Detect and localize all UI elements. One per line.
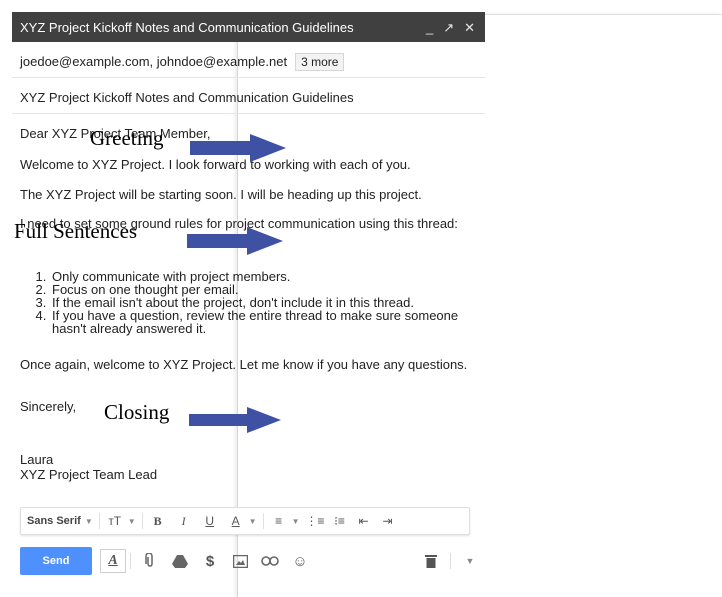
- font-size-icon[interactable]: ᴛT: [106, 514, 124, 528]
- annotation-closing: Closing: [104, 400, 170, 424]
- arrow-icon: [189, 407, 281, 433]
- numbered-list-icon[interactable]: ⋮≡: [306, 514, 325, 528]
- subject-text: XYZ Project Kickoff Notes and Communicat…: [20, 90, 354, 105]
- link-icon[interactable]: [255, 547, 285, 575]
- signature-name: Laura: [20, 452, 54, 467]
- compose-action-bar: Send A $ ☺ ▼: [12, 545, 485, 577]
- compose-titlebar[interactable]: XYZ Project Kickoff Notes and Communicat…: [12, 12, 485, 42]
- formatting-options-icon[interactable]: A: [100, 549, 126, 573]
- divider: [262, 513, 264, 529]
- closing-paragraph: Once again, welcome to XYZ Project. Let …: [20, 357, 468, 372]
- minimize-icon[interactable]: _: [426, 21, 433, 34]
- recipients-field[interactable]: joedoe@example.com, johndoe@example.net …: [12, 46, 485, 78]
- indent-more-icon[interactable]: ⇥: [379, 514, 397, 528]
- chevron-down-icon[interactable]: ▼: [128, 517, 136, 526]
- emoji-icon[interactable]: ☺: [285, 547, 315, 575]
- arrow-icon: [187, 227, 283, 255]
- more-options-icon[interactable]: ▼: [455, 547, 485, 575]
- bulleted-list-icon[interactable]: ⁝≡: [331, 514, 349, 528]
- chevron-down-icon[interactable]: ▼: [249, 517, 257, 526]
- send-button[interactable]: Send: [20, 547, 92, 575]
- starting-line: The XYZ Project will be starting soon. I…: [20, 187, 422, 202]
- annotation-greeting: Greeting: [90, 126, 164, 150]
- formatting-toolbar: Sans Serif ▼ ᴛT ▼ B I U A ▼ ≡ ▼ ⋮≡ ⁝≡ ⇤ …: [20, 507, 470, 535]
- money-icon[interactable]: $: [195, 547, 225, 575]
- attach-file-icon[interactable]: [135, 547, 165, 575]
- bold-button[interactable]: B: [149, 514, 167, 529]
- photo-icon[interactable]: [225, 547, 255, 575]
- italic-button[interactable]: I: [175, 514, 193, 529]
- signature-role: XYZ Project Team Lead: [20, 467, 158, 482]
- divider: [450, 553, 451, 569]
- list-item: If you have a question, review the entir…: [50, 309, 472, 335]
- indent-less-icon[interactable]: ⇤: [355, 514, 373, 528]
- font-select[interactable]: Sans Serif: [27, 515, 81, 527]
- underline-button[interactable]: U: [201, 514, 219, 528]
- close-icon[interactable]: ✕: [464, 21, 475, 34]
- trash-icon[interactable]: [416, 547, 446, 575]
- divider: [98, 513, 100, 529]
- expand-icon[interactable]: ↗: [443, 21, 454, 34]
- subject-field[interactable]: XYZ Project Kickoff Notes and Communicat…: [12, 82, 485, 114]
- drive-icon[interactable]: [165, 547, 195, 575]
- annotation-full-sentences: Full Sentences: [14, 219, 138, 243]
- rules-list: Only communicate with project members. F…: [32, 270, 472, 335]
- recipients-text: joedoe@example.com, johndoe@example.net: [20, 54, 288, 69]
- divider: [141, 513, 143, 529]
- chevron-down-icon[interactable]: ▼: [85, 517, 93, 526]
- chevron-down-icon[interactable]: ▼: [292, 517, 300, 526]
- text-color-button[interactable]: A: [227, 514, 245, 528]
- compose-title: XYZ Project Kickoff Notes and Communicat…: [20, 19, 354, 35]
- divider: [130, 553, 131, 569]
- align-icon[interactable]: ≡: [270, 514, 288, 528]
- arrow-icon: [190, 134, 286, 162]
- window-controls: _ ↗ ✕: [426, 21, 485, 34]
- more-recipients-chip[interactable]: 3 more: [295, 52, 345, 71]
